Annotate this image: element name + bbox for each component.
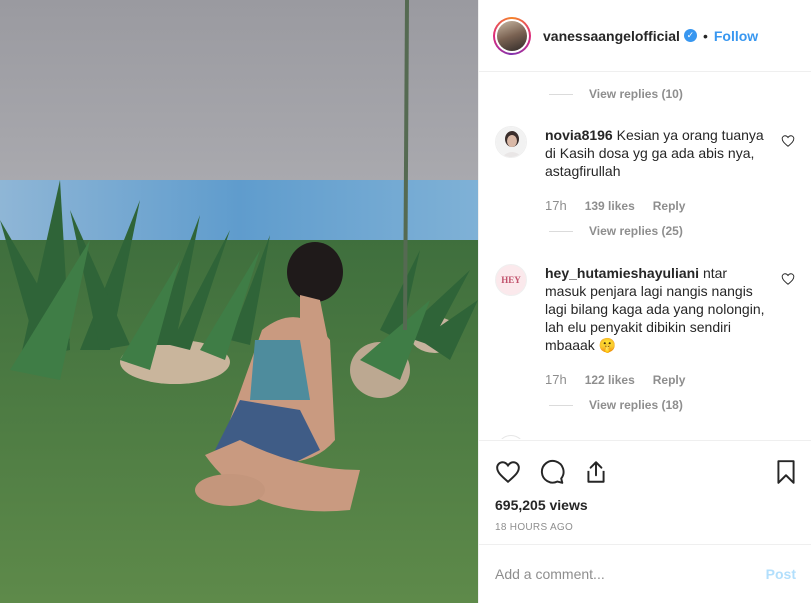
reply-line (549, 93, 573, 95)
header-separator: • (702, 27, 708, 44)
view-replies-label: View replies (10) (589, 87, 683, 101)
comment-username[interactable]: novia8196 (545, 127, 613, 143)
share-icon[interactable] (583, 459, 609, 485)
bookmark-icon[interactable] (773, 459, 799, 485)
view-replies-label: View replies (25) (589, 224, 683, 238)
comment-likes[interactable]: 139 likes (585, 199, 635, 213)
post-actions: 695,205 views 18 HOURS AGO (479, 440, 811, 545)
commenter-avatar[interactable]: HEY (495, 264, 527, 296)
comment-likes[interactable]: 122 likes (585, 373, 635, 387)
post-timestamp[interactable]: 18 HOURS AGO (495, 522, 573, 533)
comment-bubble-icon[interactable] (539, 459, 565, 485)
comment-meta: 17h 139 likes Reply (545, 198, 685, 213)
comment-input[interactable] (495, 566, 766, 582)
comment-time: 17h (545, 198, 567, 213)
reply-button[interactable]: Reply (653, 199, 686, 213)
comment-text: novia8196 Kesian ya orang tuanya di Kasi… (545, 126, 771, 180)
comments-list[interactable]: View replies (10) novia8196 Kesian ya or… (479, 73, 811, 439)
add-comment-bar: Post (479, 544, 811, 603)
reply-line (549, 404, 573, 406)
view-replies-button[interactable]: View replies (10) (549, 87, 683, 101)
view-count[interactable]: 695,205 views (495, 497, 588, 513)
post-username[interactable]: vanessaangelofficial (543, 28, 680, 44)
reply-line (549, 230, 573, 232)
comment-text: hey_hutamieshayuliani ntar masuk penjara… (545, 264, 771, 354)
like-heart-icon[interactable] (495, 459, 521, 485)
view-replies-button[interactable]: View replies (18) (549, 398, 683, 412)
post-comment-button[interactable]: Post (766, 566, 796, 582)
view-replies-button[interactable]: View replies (25) (549, 224, 683, 238)
verified-badge-icon: ✓ (683, 29, 697, 42)
post-header: vanessaangelofficial ✓ • Follow (479, 0, 811, 72)
post-video (0, 0, 478, 603)
comment-meta: 17h 122 likes Reply (545, 372, 685, 387)
next-comment-avatar (497, 435, 525, 439)
avatar-logo-text: HEY (501, 275, 521, 285)
comment-username[interactable]: hey_hutamieshayuliani (545, 265, 699, 281)
reply-button[interactable]: Reply (653, 373, 686, 387)
profile-avatar[interactable] (493, 16, 531, 55)
comment-time: 17h (545, 372, 567, 387)
follow-button[interactable]: Follow (714, 28, 758, 44)
like-heart-icon[interactable] (781, 272, 795, 286)
post-side-panel: vanessaangelofficial ✓ • Follow View rep… (478, 0, 811, 603)
post-media[interactable] (0, 0, 478, 603)
view-replies-label: View replies (18) (589, 398, 683, 412)
like-heart-icon[interactable] (781, 134, 795, 148)
commenter-avatar[interactable] (495, 126, 527, 158)
